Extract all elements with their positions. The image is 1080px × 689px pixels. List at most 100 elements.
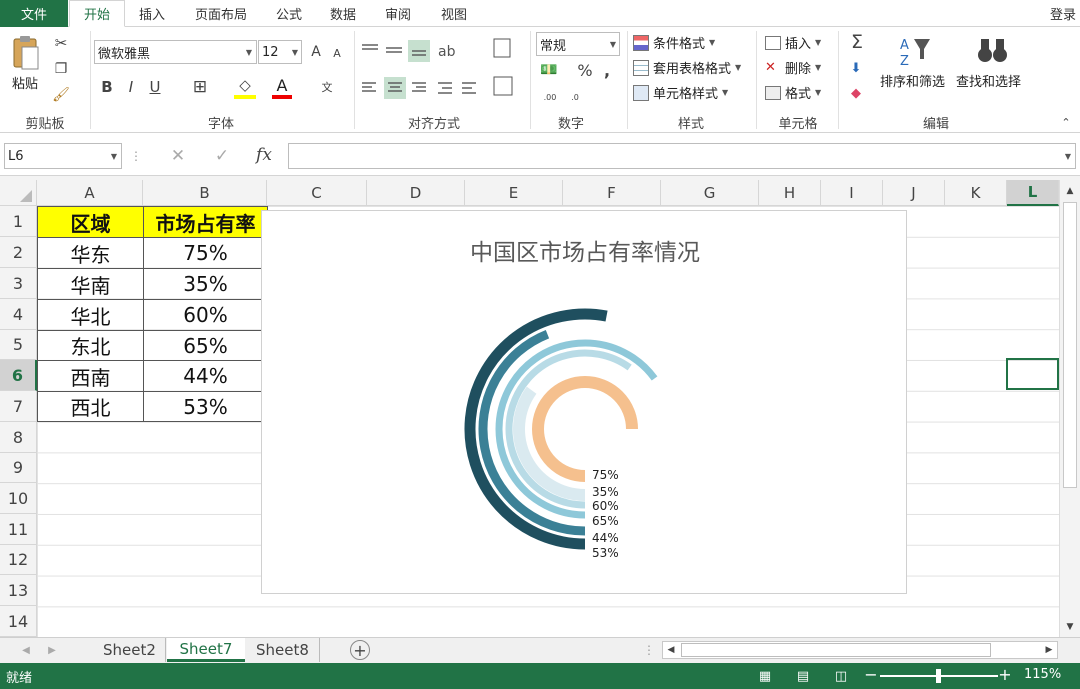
column-header-j[interactable]: J [883,180,945,206]
percent-button[interactable]: % [576,60,594,80]
tab-review[interactable]: 审阅 [374,0,422,27]
tab-page-layout[interactable]: 页面布局 [182,0,260,27]
cut-icon[interactable]: ✂ [50,33,72,53]
vertical-scrollbar[interactable]: ▲ ▼ [1059,180,1080,637]
paste-button[interactable] [8,33,44,75]
sheet-tab-sheet2[interactable]: Sheet2 [94,638,166,662]
column-header-k[interactable]: K [945,180,1007,206]
font-size-select[interactable]: 12 ▼ [258,40,302,64]
fill-icon[interactable]: ⬇ [846,58,866,78]
delete-cells-button[interactable]: ✕ 删除 ▼ [765,58,821,77]
conditional-formatting-button[interactable]: 条件格式 ▼ [633,33,715,52]
row-header-8[interactable]: 8 [0,422,37,453]
tab-home[interactable]: 开始 [69,0,125,27]
cell-styles-button[interactable]: 单元格样式 ▼ [633,83,728,102]
underline-button[interactable]: U [146,77,164,97]
table-cell-region[interactable]: 华北 [38,300,144,331]
scroll-up-icon[interactable]: ▲ [1063,184,1077,198]
row-header-5[interactable]: 5 [0,330,37,360]
scroll-right-icon[interactable]: ▶ [1043,643,1055,657]
enter-icon[interactable]: ✓ [210,146,234,166]
column-header-h[interactable]: H [759,180,821,206]
radial-bar-3[interactable] [505,349,632,509]
sheet-tab-sheet7[interactable]: Sheet7 [167,638,245,662]
chart-area[interactable]: 中国区市场占有率情况 75% 35% 60% 65% 44% 53% [261,210,907,594]
scroll-thumb[interactable] [1063,202,1077,488]
column-header-d[interactable]: D [367,180,465,206]
radial-bar-1[interactable] [532,376,638,482]
sort-filter-button[interactable]: A Z 排序和筛选 [880,31,950,101]
font-color-icon[interactable]: A [272,75,292,99]
grow-font-icon[interactable]: A [307,42,325,62]
table-cell-region[interactable]: 西北 [38,392,144,422]
row-header-13[interactable]: 13 [0,575,37,606]
table-cell-share[interactable]: 65% [144,331,268,361]
prev-sheet-icon[interactable]: ◀ [20,642,32,658]
page-break-view-icon[interactable]: ◫ [832,667,850,685]
scroll-left-icon[interactable]: ◀ [665,643,677,657]
comma-button[interactable]: , [600,60,614,80]
scroll-down-icon[interactable]: ▼ [1063,620,1077,634]
row-header-6[interactable]: 6 [0,360,37,391]
column-header-c[interactable]: C [267,180,367,206]
paste-label[interactable]: 粘贴 [12,73,38,92]
column-header-b[interactable]: B [143,180,267,206]
fill-color-icon[interactable]: ◇ [234,75,256,99]
horizontal-scrollbar[interactable]: ◀ ▶ [662,641,1058,659]
row-header-3[interactable]: 3 [0,268,37,299]
selected-cell[interactable] [1006,358,1059,390]
insert-function-icon[interactable]: fx [252,144,276,166]
table-cell-region[interactable]: 华南 [38,269,144,300]
zoom-slider-thumb[interactable] [936,669,941,683]
column-header-a[interactable]: A [37,180,143,206]
table-cell-share[interactable]: 44% [144,361,268,392]
row-header-14[interactable]: 14 [0,606,37,637]
name-box[interactable]: L6 ▼ [4,143,122,169]
page-layout-view-icon[interactable]: ▤ [794,667,812,685]
splitter-icon[interactable]: ⋮ [130,146,142,166]
splitter-icon[interactable]: ⋮ [643,642,655,658]
decrease-decimal-button[interactable]: .0 [566,87,584,107]
phonetic-icon[interactable]: 文 [318,75,336,99]
column-header-i[interactable]: I [821,180,883,206]
row-header-12[interactable]: 12 [0,545,37,575]
table-header-cell[interactable]: 区域 [38,207,144,238]
zoom-in-button[interactable]: + [998,665,1012,685]
row-header-1[interactable]: 1 [0,206,37,237]
tab-file[interactable]: 文件 [0,0,68,27]
table-cell-share[interactable]: 53% [144,392,268,422]
tab-view[interactable]: 视图 [430,0,478,27]
scroll-thumb[interactable] [681,643,991,657]
table-cell-share[interactable]: 60% [144,300,268,331]
format-as-table-button[interactable]: 套用表格格式 ▼ [633,58,741,77]
bold-button[interactable]: B [98,77,116,97]
row-header-10[interactable]: 10 [0,483,37,514]
normal-view-icon[interactable]: ▦ [756,667,774,685]
column-header-f[interactable]: F [563,180,661,206]
column-header-l[interactable]: L [1007,180,1059,206]
table-cell-share[interactable]: 35% [144,269,268,300]
select-all-corner[interactable] [0,180,37,206]
number-format-select[interactable]: 常规 ▼ [536,32,620,56]
format-painter-icon[interactable]: 🖌 [50,85,72,105]
copy-icon[interactable]: ❐ [50,59,72,79]
login-link[interactable]: 登录 [1046,0,1080,27]
currency-icon[interactable]: 💵 [538,60,560,80]
clear-icon[interactable]: ◆ [846,83,866,103]
table-header-cell[interactable]: 市场占有率 [144,207,268,238]
table-cell-region[interactable]: 东北 [38,331,144,361]
add-sheet-icon[interactable]: + [350,640,370,660]
row-header-7[interactable]: 7 [0,391,37,422]
shrink-font-icon[interactable]: A [329,44,345,62]
italic-button[interactable]: I [122,77,140,97]
row-header-4[interactable]: 4 [0,299,37,330]
font-name-select[interactable]: 微软雅黑 ▼ [94,40,257,64]
table-cell-share[interactable]: 75% [144,238,268,269]
collapse-ribbon-icon[interactable]: ⌃ [1058,115,1074,129]
alignment-icons[interactable]: ab [360,37,526,109]
find-select-button[interactable]: 查找和选择 [956,31,1028,101]
row-header-9[interactable]: 9 [0,453,37,483]
column-header-e[interactable]: E [465,180,563,206]
row-header-2[interactable]: 2 [0,237,37,268]
tab-formulas[interactable]: 公式 [265,0,313,27]
